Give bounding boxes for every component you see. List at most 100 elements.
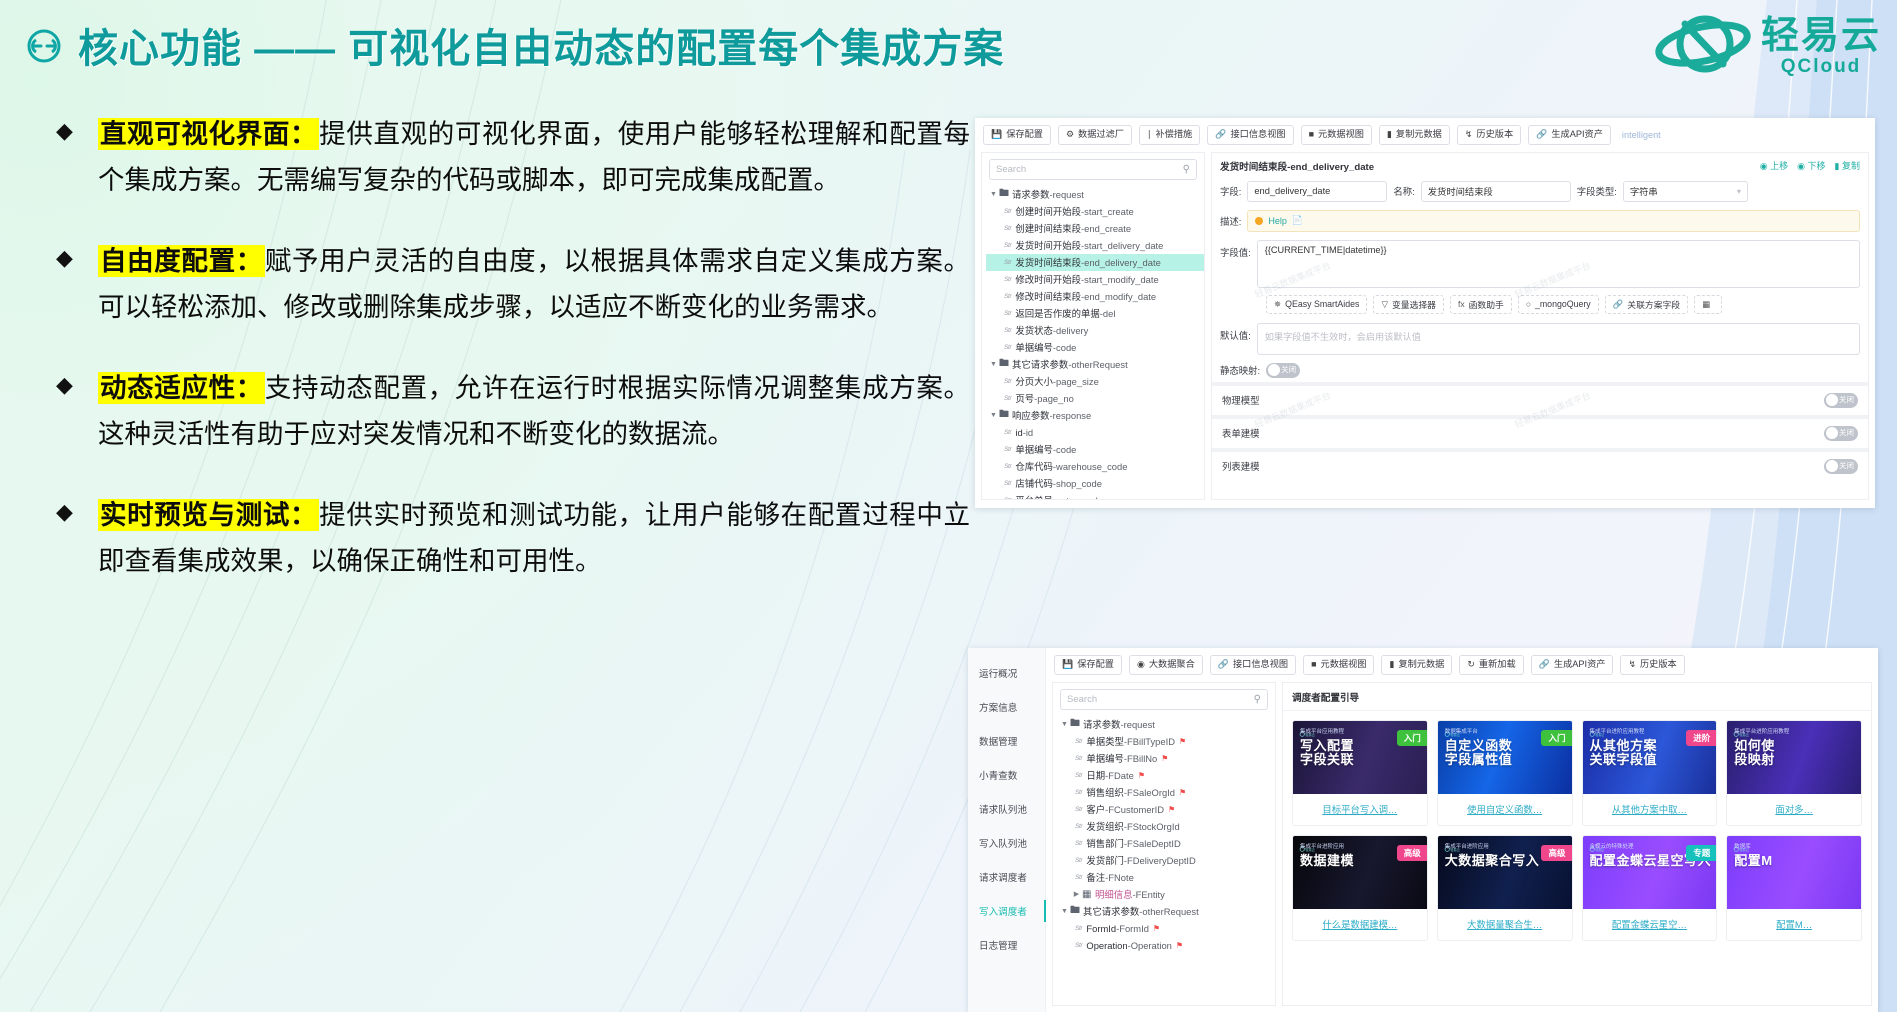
bottom-sidebar[interactable]: 运行概况 方案信息 数据管理 小青查数 请求队列池 写入队列池 请求调度者 写入调度者 日志管理 <box>968 648 1046 1012</box>
chevron-down-icon[interactable]: ▼ <box>988 191 999 198</box>
tree-node[interactable]: Str 备注 -FNote <box>1057 869 1275 886</box>
search-input[interactable]: Search ⚲ <box>1060 688 1268 710</box>
toolbar-button-重新加载[interactable]: ↻ 重新加载 <box>1459 655 1524 675</box>
name-input[interactable]: 发货时间结束段 <box>1420 180 1571 202</box>
chevron-right-icon[interactable]: ▶ <box>1071 890 1082 898</box>
toolbar-button-保存配置[interactable]: 💾 保存配置 <box>1054 655 1122 675</box>
model-section-toggle[interactable]: 关闭 <box>1824 458 1858 474</box>
tree-node[interactable]: ▼ 🖿 请求参数 -request <box>986 186 1204 203</box>
toolbar-button-数据过滤厂[interactable]: ⚙ 数据过滤厂 <box>1057 125 1132 145</box>
guide-card[interactable]: 轻易云 集成平台进阶应用 数据建模 高级 什么是数据建模… <box>1292 834 1428 941</box>
sidebar-item-方案信息[interactable]: 方案信息 <box>968 690 1045 724</box>
external-link-icon[interactable]: 📄 <box>1292 215 1303 226</box>
value-tool-QEasy SmartAides[interactable]: ✵ QEasy SmartAides <box>1266 294 1368 314</box>
tree-node[interactable]: Str 修改时间开始段 -start_modify_date <box>986 271 1204 288</box>
guide-card[interactable]: 轻易云 集成平台进阶应用教程 如何使 段映射 面对多… <box>1726 719 1862 826</box>
chevron-down-icon[interactable]: ▼ <box>988 361 999 368</box>
tree-node[interactable]: ▼ 🖿 其它请求参数 -otherRequest <box>986 356 1204 373</box>
form-action-下移[interactable]: ◉ 下移 <box>1797 159 1825 172</box>
toolbar-button-元数据视图[interactable]: ■ 元数据视图 <box>1300 125 1372 145</box>
chevron-down-icon[interactable]: ▼ <box>1059 721 1070 728</box>
value-tool-变量选择器[interactable]: ▽ 变量选择器 <box>1373 294 1444 314</box>
value-tool-table-icon[interactable]: ▦ <box>1694 294 1723 314</box>
toolbar-button-复制元数据[interactable]: ▮ 复制元数据 <box>1381 655 1453 675</box>
tree-node[interactable]: Str 单据编号 -code <box>986 441 1204 458</box>
tree-node[interactable]: Str 单据编号 -code <box>986 339 1204 356</box>
guide-card[interactable]: 轻易云 集成平台应用教程 写入配置 字段关联 入门 目标平台写入调… <box>1292 719 1428 826</box>
tree-node[interactable]: Str 销售部门 -FSaleDeptID <box>1057 835 1275 852</box>
tree-node[interactable]: Str平台单号-outer_code <box>986 492 1204 499</box>
toolbar-button-历史版本[interactable]: ↯ 历史版本 <box>1620 655 1685 675</box>
chevron-down-icon[interactable]: ▼ <box>988 412 999 419</box>
tree-node[interactable]: Str Operation -Operation ⚑ <box>1057 937 1275 954</box>
search-input[interactable]: Search ⚲ <box>989 158 1197 180</box>
sidebar-item-写入队列池[interactable]: 写入队列池 <box>968 826 1045 860</box>
model-section-toggle[interactable]: 关闭 <box>1824 392 1858 408</box>
tree-node[interactable]: Str 店铺代码 -shop_code <box>986 475 1204 492</box>
value-tool-函数助手[interactable]: fx 函数助手 <box>1449 294 1512 314</box>
guide-card[interactable]: 轻易云 数据库 配置M 配置M… <box>1726 834 1862 941</box>
toolbar-button-接口信息视图[interactable]: 🔗 接口信息视图 <box>1209 655 1297 675</box>
tree-node[interactable]: ▶ ▦ 明细信息 -FEntity <box>1057 886 1275 903</box>
guide-card-caption[interactable]: 大数据量聚合生… <box>1438 909 1572 940</box>
search-icon[interactable]: ⚲ <box>1254 694 1261 705</box>
guide-card[interactable]: 轻易云 数据集成平台 自定义函数 字段属性值 入门 使用自定义函数… <box>1436 719 1573 826</box>
form-action-上移[interactable]: ◉ 上移 <box>1760 159 1788 172</box>
guide-card[interactable]: 轻易云 集成平台进阶应用 大数据聚合写入 高级 大数据量聚合生… <box>1436 834 1573 941</box>
sidebar-item-日志管理[interactable]: 日志管理 <box>968 928 1045 962</box>
tree-node[interactable]: Str 发货状态 -delivery <box>986 322 1204 339</box>
tree-node[interactable]: Str 发货组织 -FStockOrgId <box>1057 818 1275 835</box>
value-tool-_mongoQuery[interactable]: ○ _mongoQuery <box>1517 294 1599 314</box>
tree-node[interactable]: Str 创建时间开始段 -start_create <box>986 203 1204 220</box>
tree-node[interactable]: Str 销售组织 -FSaleOrgId ⚑ <box>1057 784 1275 801</box>
tree-node[interactable]: Str 分页大小 -page_size <box>986 373 1204 390</box>
toolbar-button-复制元数据[interactable]: ▮ 复制元数据 <box>1378 125 1450 145</box>
guide-card-caption[interactable]: 什么是数据建模… <box>1293 909 1427 940</box>
toolbar-button-生成API资产[interactable]: 🔗 生成API资产 <box>1528 125 1611 145</box>
tree-node[interactable]: Str 仓库代码 -warehouse_code <box>986 458 1204 475</box>
tree-node[interactable]: Str 页号 -page_no <box>986 390 1204 407</box>
search-icon[interactable]: ⚲ <box>1183 164 1190 175</box>
toolbar-button-大数据聚合[interactable]: ◉ 大数据聚合 <box>1128 655 1203 675</box>
tree-node[interactable]: ▼ 🖿 其它请求参数 -otherRequest <box>1057 903 1275 920</box>
tree-node[interactable]: Str 单据类型 -FBillTypeID ⚑ <box>1057 733 1275 750</box>
help-link[interactable]: Help <box>1268 216 1287 226</box>
tree-node[interactable]: Str 修改时间结束段 -end_modify_date <box>986 288 1204 305</box>
bottom-parameter-tree[interactable]: ▼ 🖿 请求参数 -request Str 单据类型 -FBillTypeID ⚑ Str 单据编… <box>1053 714 1275 954</box>
form-action-复制[interactable]: ▮ 复制 <box>1835 159 1860 172</box>
tree-node[interactable]: Str 创建时间结束段 -end_create <box>986 220 1204 237</box>
tree-node[interactable]: ▼ 🖿 请求参数 -request <box>1057 716 1275 733</box>
field-type-select[interactable]: 字符串 ▾ <box>1622 180 1748 202</box>
tree-node[interactable]: Str 发货部门 -FDeliveryDeptID <box>1057 852 1275 869</box>
tree-node[interactable]: Str 客户 -FCustomerID ⚑ <box>1057 801 1275 818</box>
top-parameter-tree[interactable]: ▼ 🖿 请求参数 -request Str 创建时间开始段 -start_create Str… <box>982 184 1204 499</box>
sidebar-item-数据管理[interactable]: 数据管理 <box>968 724 1045 758</box>
tree-node[interactable]: Str FormId -FormId ⚑ <box>1057 920 1275 937</box>
field-value-textarea[interactable]: {{CURRENT_TIME|datetime}} <box>1256 239 1860 288</box>
tree-node[interactable]: ▼ 🖿 响应参数 -response <box>986 407 1204 424</box>
sidebar-item-运行概况[interactable]: 运行概况 <box>968 656 1045 690</box>
value-tool-关联方案字段[interactable]: 🔗 关联方案字段 <box>1604 294 1689 314</box>
sidebar-item-请求队列池[interactable]: 请求队列池 <box>968 792 1045 826</box>
tree-node[interactable]: Str 日期 -FDate ⚑ <box>1057 767 1275 784</box>
sidebar-item-写入调度者[interactable]: 写入调度者 <box>968 894 1046 928</box>
tree-node[interactable]: Str 单据编号 -FBillNo ⚑ <box>1057 750 1275 767</box>
tree-node[interactable]: Str 返回是否作废的单据 -del <box>986 305 1204 322</box>
sidebar-item-小青查数[interactable]: 小青查数 <box>968 758 1045 792</box>
field-input[interactable]: end_delivery_date <box>1247 180 1388 202</box>
model-section-toggle[interactable]: 关闭 <box>1824 425 1858 441</box>
tree-node[interactable]: Str 发货时间结束段 -end_delivery_date <box>986 253 1204 271</box>
default-value-input[interactable]: 如果字段值不生效时，会启用该默认值 <box>1256 322 1860 355</box>
guide-card-caption[interactable]: 配置金蝶云星空… <box>1583 909 1717 940</box>
toolbar-button-生成API资产[interactable]: 🔗 生成API资产 <box>1530 655 1614 675</box>
chevron-down-icon[interactable]: ▼ <box>1059 908 1070 915</box>
guide-card[interactable]: 轻易云 金蝶云的特殊处理 配置金蝶云星空写入 专题 配置金蝶云星空… <box>1581 834 1718 941</box>
guide-card-caption[interactable]: 配置M… <box>1727 909 1861 940</box>
toolbar-button-补偿措施[interactable]: ∣ 补偿措施 <box>1138 125 1201 145</box>
toolbar-button-保存配置[interactable]: 💾 保存配置 <box>983 125 1051 145</box>
static-mapping-toggle[interactable]: 关闭 <box>1266 362 1301 378</box>
toolbar-button-接口信息视图[interactable]: 🔗 接口信息视图 <box>1207 125 1294 145</box>
toolbar-button-元数据视图[interactable]: ■ 元数据视图 <box>1303 655 1375 675</box>
guide-card-caption[interactable]: 使用自定义函数… <box>1438 794 1572 825</box>
sidebar-item-请求调度者[interactable]: 请求调度者 <box>968 860 1045 894</box>
